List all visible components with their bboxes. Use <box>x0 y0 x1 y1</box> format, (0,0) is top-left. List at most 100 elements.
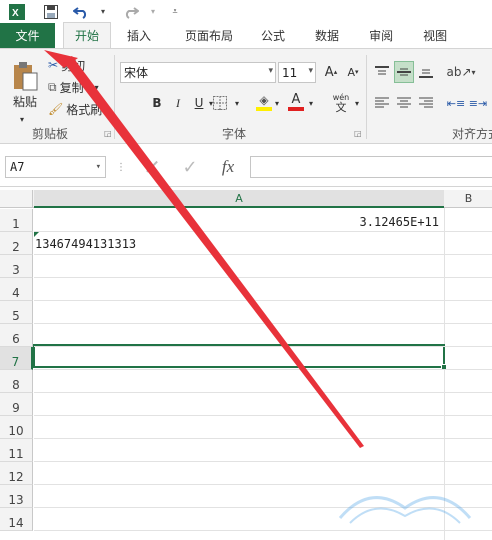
selected-cell-a7[interactable] <box>33 344 445 368</box>
tab-review[interactable]: 审阅 <box>359 23 403 48</box>
enter-icon[interactable]: ✓ <box>176 154 204 180</box>
borders-icon[interactable] <box>210 93 230 113</box>
align-middle-icon[interactable] <box>394 61 414 83</box>
paste-icon <box>14 61 38 90</box>
phonetic-guide-button[interactable]: wén 文 <box>330 91 352 115</box>
row-header[interactable]: 9 <box>0 393 33 416</box>
align-center-icon[interactable] <box>394 93 414 113</box>
row-gridline <box>34 415 492 416</box>
decrease-font-size-button[interactable]: A ▾ <box>344 63 362 81</box>
row-header[interactable]: 13 <box>0 485 33 508</box>
redo-icon[interactable] <box>120 1 142 23</box>
tab-formulas[interactable]: 公式 <box>251 23 295 48</box>
row-gridline <box>34 392 492 393</box>
ribbon-home: 粘贴 ▾ ✂ 剪切 ⧉ 复制 ▾ 🖌 格式刷 剪贴板 ◲ 宋体 ▾ 11 ▾ A… <box>0 49 492 144</box>
excel-icon: X <box>6 1 28 23</box>
row-header[interactable]: 1 <box>0 209 33 232</box>
increase-indent-icon[interactable]: ≡⇥ <box>468 93 488 113</box>
column-header-b[interactable]: B <box>445 190 492 208</box>
clipboard-group-label: 剪贴板 <box>32 127 69 141</box>
fill-color-dropdown-icon[interactable]: ▾ <box>272 93 282 113</box>
save-icon[interactable] <box>40 1 62 23</box>
row-header[interactable]: 11 <box>0 439 33 462</box>
svg-text:X: X <box>12 8 19 19</box>
row-header[interactable]: 14 <box>0 508 33 531</box>
font-color-icon[interactable]: A <box>286 91 306 113</box>
row-header[interactable]: 6 <box>0 324 33 347</box>
row-gridline <box>34 323 492 324</box>
clipboard-launcher-icon[interactable]: ◲ <box>104 129 112 138</box>
copy-label: 复制 <box>59 80 84 95</box>
font-launcher-icon[interactable]: ◲ <box>354 129 362 138</box>
row-gridline <box>34 231 492 232</box>
row-header[interactable]: 2 <box>0 232 33 255</box>
copy-button[interactable]: ⧉ 复制 ▾ <box>48 78 99 96</box>
row-gridline <box>34 346 492 347</box>
italic-button[interactable]: I <box>169 93 187 113</box>
row-header[interactable]: 4 <box>0 278 33 301</box>
undo-dropdown-icon[interactable]: ▾ <box>92 1 114 23</box>
row-header[interactable]: 8 <box>0 370 33 393</box>
font-color-dropdown-icon[interactable]: ▾ <box>306 93 316 113</box>
redo-dropdown-icon[interactable]: ▾ <box>142 1 164 23</box>
format-painter-label: 格式刷 <box>66 102 103 117</box>
tab-page-layout[interactable]: 页面布局 <box>175 23 243 48</box>
phonetic-dropdown-icon[interactable]: ▾ <box>352 93 362 113</box>
customize-icon[interactable]: ⩡ <box>164 1 186 23</box>
align-bottom-icon[interactable] <box>416 61 436 83</box>
tab-file[interactable]: 文件 <box>0 23 55 48</box>
align-top-icon[interactable] <box>372 61 392 83</box>
phonetic-icon: 文 <box>335 100 347 114</box>
row-gridline <box>34 438 492 439</box>
chevron-down-icon: ▾ <box>308 66 313 76</box>
name-box[interactable]: A7 ▾ <box>5 156 106 178</box>
formula-bar: A7 ▾ ⋮ ✕ ✓ fx <box>0 144 492 187</box>
alignment-group-label: 对齐方式 <box>452 127 492 141</box>
decrease-indent-icon[interactable]: ⇤≡ <box>446 93 466 113</box>
column-header-a[interactable]: A <box>34 190 444 208</box>
paste-button[interactable]: 粘贴 <box>8 57 42 113</box>
column-header-row: A B <box>0 190 492 208</box>
increase-font-size-button[interactable]: A ▴ <box>322 63 340 81</box>
cancel-icon[interactable]: ✕ <box>138 154 166 180</box>
row-gridline <box>34 254 492 255</box>
row-header[interactable]: 7 <box>0 347 33 370</box>
format-painter-button[interactable]: 🖌 格式刷 <box>48 100 102 118</box>
formula-bar-grip-icon: ⋮ <box>116 161 126 173</box>
orientation-icon[interactable]: ab↗ ▾ <box>446 61 475 83</box>
row-gridline <box>34 461 492 462</box>
row-header[interactable]: 10 <box>0 416 33 439</box>
row-gridline <box>34 300 492 301</box>
fill-color-icon[interactable]: ◈ <box>254 91 274 113</box>
undo-icon[interactable] <box>70 1 92 23</box>
chevron-down-icon: ▾ <box>95 162 101 172</box>
cell-a2[interactable]: 13467494131313 <box>34 233 444 255</box>
font-name-select[interactable]: 宋体 ▾ <box>120 62 276 83</box>
paste-label: 粘贴 <box>12 94 37 109</box>
font-size-select[interactable]: 11 ▾ <box>278 62 316 83</box>
row-gridline <box>34 277 492 278</box>
insert-function-button[interactable]: fx <box>212 154 244 180</box>
bold-button[interactable]: B <box>148 93 166 113</box>
borders-dropdown-icon[interactable]: ▾ <box>232 93 242 113</box>
tab-insert[interactable]: 插入 <box>117 23 161 48</box>
row-header[interactable]: 12 <box>0 462 33 485</box>
row-header[interactable]: 3 <box>0 255 33 278</box>
row-gridline <box>34 530 492 531</box>
cell-a1[interactable]: 3.12465E+11 <box>34 211 444 233</box>
quick-access-toolbar: X ▾ ▾ ⩡ <box>0 0 492 23</box>
paste-dropdown-icon[interactable]: ▾ <box>20 115 24 124</box>
cut-label: 剪切 <box>61 58 86 73</box>
tab-view[interactable]: 视图 <box>413 23 457 48</box>
select-all-corner[interactable] <box>0 190 33 208</box>
align-right-icon[interactable] <box>416 93 436 113</box>
brush-icon: 🖌 <box>48 102 64 116</box>
formula-input[interactable] <box>250 156 492 178</box>
tab-home[interactable]: 开始 <box>63 22 111 48</box>
align-left-icon[interactable] <box>372 93 392 113</box>
tab-data[interactable]: 数据 <box>305 23 349 48</box>
cut-button[interactable]: ✂ 剪切 <box>48 56 85 74</box>
copy-dropdown-icon: ▾ <box>94 82 99 92</box>
row-gridline <box>34 369 492 370</box>
row-header[interactable]: 5 <box>0 301 33 324</box>
